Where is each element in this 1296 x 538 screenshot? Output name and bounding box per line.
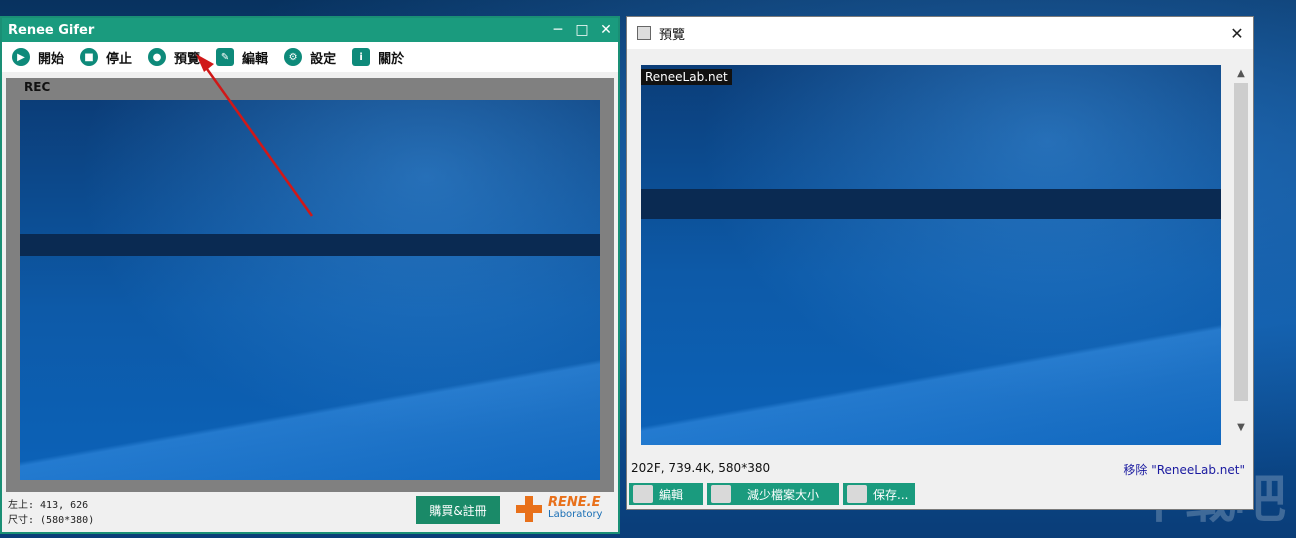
stop-icon: ■ [80, 48, 99, 66]
edit-label: 編輯 [242, 51, 269, 67]
preview-button[interactable]: ● 預覽 [148, 48, 200, 67]
gifer-window: Renee Gifer ─ □ ✕ ▶ 開始 ■ 停止 ● 預覽 ✎ 編輯 ⚙ … [0, 16, 620, 534]
size-text: 尺寸: (580*380) [8, 515, 95, 526]
gif-icon [711, 485, 731, 503]
preview-window: 預覽 ✕ ReneeLab.net ▲ ▼ 202F, 739.4K, 580*… [626, 16, 1254, 510]
watermark-label: ReneeLab.net [641, 69, 732, 85]
remove-watermark-link[interactable]: 移除 "ReneeLab.net" [1123, 461, 1245, 478]
recording-canvas: REC [6, 78, 614, 494]
logo-line1: RENE.E [548, 495, 601, 510]
edit-icon [633, 485, 653, 503]
dark-band [20, 234, 600, 256]
minimize-button[interactable]: ─ [546, 19, 570, 41]
remove-target: "ReneeLab.net" [1151, 463, 1245, 477]
save-button[interactable]: 保存... [843, 483, 915, 505]
scroll-down-icon[interactable]: ▼ [1233, 419, 1249, 435]
scroll-up-icon[interactable]: ▲ [1233, 65, 1249, 81]
preview-icon: ● [148, 48, 167, 66]
position-text: 左上: 413, 626 [8, 500, 89, 511]
settings-button[interactable]: ⚙ 設定 [284, 48, 336, 67]
recording-area[interactable] [20, 100, 600, 480]
settings-label: 設定 [310, 51, 337, 67]
preview-titlebar: 預覽 ✕ [627, 17, 1253, 49]
preview-title: 預覽 [659, 27, 686, 43]
renee-logo: RENE.E Laboratory [514, 494, 602, 524]
play-icon: ▶ [12, 48, 30, 66]
scroll-thumb[interactable] [1234, 83, 1248, 401]
remove-label: 移除 [1123, 463, 1148, 477]
preview-edit-label: 編輯 [659, 487, 684, 502]
vertical-scrollbar[interactable]: ▲ ▼ [1233, 65, 1249, 435]
window-icon [637, 26, 651, 40]
gifer-titlebar: Renee Gifer ─ □ ✕ [2, 18, 618, 42]
gif-info-text: 202F, 739.4K, 580*380 [631, 461, 771, 475]
gifer-title: Renee Gifer [8, 22, 95, 38]
preview-close-button[interactable]: ✕ [1221, 24, 1253, 43]
gifer-statusbar: 左上: 413, 626 尺寸: (580*380) 購買&註冊 RENE.E … [2, 492, 618, 532]
reduce-size-button[interactable]: 減少檔案大小 [707, 483, 839, 505]
edit-icon: ✎ [216, 48, 235, 66]
start-label: 開始 [38, 51, 65, 67]
dark-band [641, 189, 1221, 219]
save-label: 保存... [873, 487, 909, 502]
preview-actions: 編輯 減少檔案大小 保存... [629, 483, 919, 505]
stop-button[interactable]: ■ 停止 [80, 48, 132, 67]
buy-register-button[interactable]: 購買&註冊 [416, 496, 500, 524]
stop-label: 停止 [106, 51, 133, 67]
about-button[interactable]: i 關於 [352, 48, 404, 67]
coords-readout: 左上: 413, 626 尺寸: (580*380) [8, 498, 94, 528]
save-folder-icon [847, 485, 867, 503]
logo-cross-icon [514, 494, 544, 524]
info-icon: i [352, 48, 371, 66]
logo-line2: Laboratory [548, 509, 603, 520]
reduce-size-label: 減少檔案大小 [747, 487, 820, 502]
start-button[interactable]: ▶ 開始 [12, 48, 64, 67]
gif-preview-image: ReneeLab.net [641, 65, 1221, 445]
preview-edit-button[interactable]: 編輯 [629, 483, 703, 505]
maximize-button[interactable]: □ [570, 19, 594, 41]
gifer-toolbar: ▶ 開始 ■ 停止 ● 預覽 ✎ 編輯 ⚙ 設定 i 關於 [2, 42, 618, 72]
about-label: 關於 [378, 51, 405, 67]
close-button[interactable]: ✕ [594, 19, 618, 41]
rec-label: REC [24, 80, 51, 94]
preview-label: 預覽 [174, 51, 201, 67]
gear-icon: ⚙ [284, 48, 303, 66]
edit-button[interactable]: ✎ 編輯 [216, 48, 268, 67]
